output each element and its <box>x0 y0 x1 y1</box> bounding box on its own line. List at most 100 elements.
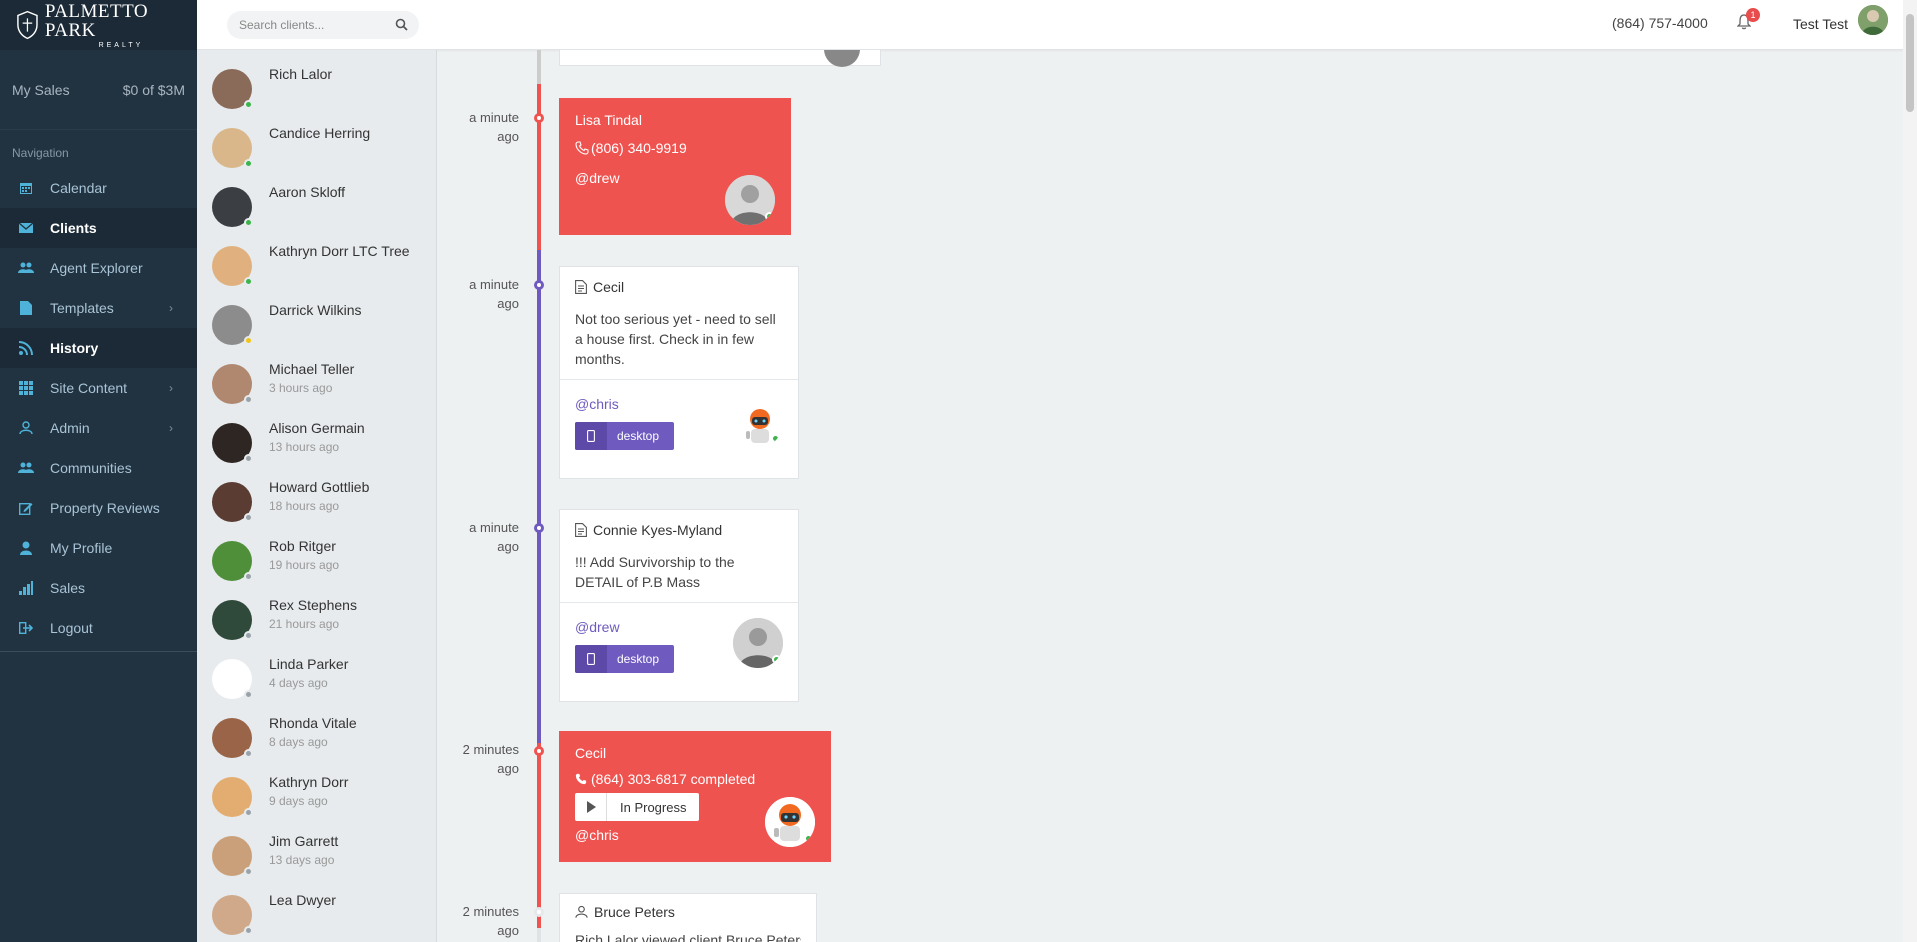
scrollbar[interactable] <box>1903 0 1917 942</box>
call-card[interactable]: Cecil (864) 303-6817 completed In Progre… <box>559 731 831 862</box>
time-suffix: ago <box>497 539 519 554</box>
sign-out-icon <box>18 620 34 636</box>
card-contact-name[interactable]: Bruce Peters <box>594 904 675 920</box>
note-card[interactable]: Cecil Not too serious yet - need to sell… <box>559 266 799 479</box>
list-item[interactable]: Aaron Skloff <box>197 178 436 237</box>
my-sales-label: My Sales <box>12 81 70 98</box>
client-time: 3 hours ago <box>269 381 333 395</box>
sidebar-item-templates[interactable]: Templates › <box>0 288 197 328</box>
search-icon[interactable] <box>395 18 408 31</box>
sidebar-item-history[interactable]: History <box>0 328 197 368</box>
scrollbar-thumb[interactable] <box>1906 14 1914 112</box>
client-name: Jim Garrett <box>269 833 339 849</box>
robot-avatar <box>738 403 782 447</box>
avatar[interactable] <box>1858 5 1888 35</box>
timeline-card[interactable] <box>559 50 881 67</box>
client-time: 18 hours ago <box>269 499 340 513</box>
tablet-icon <box>575 645 607 673</box>
away-status-dot <box>244 336 253 345</box>
sidebar-item-label: Agent Explorer <box>50 260 143 276</box>
sidebar-item-calendar[interactable]: Calendar <box>0 168 197 208</box>
users-icon <box>18 460 34 476</box>
file-text-icon <box>575 523 587 537</box>
list-item[interactable]: Candice Herring <box>197 119 436 178</box>
sidebar-item-property-reviews[interactable]: Property Reviews <box>0 488 197 528</box>
timeline-node <box>534 746 544 756</box>
sidebar-item-label: Calendar <box>50 180 107 196</box>
call-result[interactable]: (864) 303-6817 completed <box>591 771 755 787</box>
list-item[interactable]: Linda Parker 4 days ago <box>197 650 436 709</box>
online-status-dot <box>765 212 774 221</box>
client-name: Rex Stephens <box>269 597 357 613</box>
phone-icon <box>575 773 587 785</box>
sidebar-item-logout[interactable]: Logout <box>0 608 197 648</box>
offline-status-dot <box>244 926 253 935</box>
in-progress-button[interactable]: In Progress <box>575 793 700 821</box>
online-status-dot <box>244 277 253 286</box>
note-text: Not too serious yet - need to sell a hou… <box>575 311 776 367</box>
client-name: Darrick Wilkins <box>269 302 362 318</box>
timeline-line <box>537 250 541 743</box>
time-value: a minute <box>469 520 519 535</box>
play-icon[interactable] <box>575 793 607 821</box>
avatar <box>212 305 253 345</box>
list-item[interactable]: Alison Germain 13 hours ago <box>197 414 436 473</box>
rss-icon <box>18 340 34 356</box>
sidebar-item-admin[interactable]: Admin › <box>0 408 197 448</box>
note-footer: @drew desktop <box>560 602 798 689</box>
list-item[interactable]: Michael Teller 3 hours ago <box>197 355 436 414</box>
timeline-line <box>537 743 541 928</box>
list-item[interactable]: Howard Gottlieb 18 hours ago <box>197 473 436 532</box>
time-suffix: ago <box>497 923 519 938</box>
sidebar-item-my-profile[interactable]: My Profile <box>0 528 197 568</box>
client-list: Rich Lalor Candice Herring Aaron Skloff … <box>197 50 437 942</box>
sidebar-item-communities[interactable]: Communities <box>0 448 197 488</box>
offline-status-dot <box>244 395 253 404</box>
sidebar-item-site-content[interactable]: Site Content › <box>0 368 197 408</box>
sidebar-item-agent-explorer[interactable]: Agent Explorer <box>0 248 197 288</box>
nav-heading: Navigation <box>12 146 69 160</box>
my-sales-value: $0 of $3M <box>122 81 185 98</box>
list-item[interactable]: Darrick Wilkins <box>197 296 436 355</box>
sidebar-item-label: Admin <box>50 420 90 436</box>
time-value: a minute <box>469 277 519 292</box>
timeline-line <box>537 50 541 84</box>
list-item[interactable]: Lea Dwyer <box>197 886 436 942</box>
list-item[interactable]: Kathryn Dorr LTC Tree <box>197 237 436 296</box>
brand-logo[interactable]: PALMETTO PARK REALTY <box>0 0 197 50</box>
view-card[interactable]: Bruce Peters Rich Lalor viewed client Br… <box>559 893 817 942</box>
timeline-line <box>537 84 541 250</box>
card-contact-name[interactable]: Connie Kyes-Myland <box>593 522 722 538</box>
user-menu[interactable]: Test Test <box>1793 16 1848 32</box>
brand-name: PALMETTO PARK <box>44 0 149 41</box>
avatar <box>725 175 775 225</box>
card-contact-name[interactable]: Cecil <box>575 745 815 761</box>
card-contact-name[interactable]: Lisa Tindal <box>575 112 775 128</box>
office-phone[interactable]: (864) 757-4000 <box>1612 15 1708 31</box>
list-item[interactable]: Kathryn Dorr 9 days ago <box>197 768 436 827</box>
time-suffix: ago <box>497 129 519 144</box>
list-item[interactable]: Rhonda Vitale 8 days ago <box>197 709 436 768</box>
device-button[interactable]: desktop <box>575 645 675 673</box>
crest-icon <box>17 10 38 40</box>
offline-status-dot <box>244 867 253 876</box>
device-button[interactable]: desktop <box>575 422 675 450</box>
list-item[interactable]: Rex Stephens 21 hours ago <box>197 591 436 650</box>
client-name: Howard Gottlieb <box>269 479 370 495</box>
offline-status-dot <box>244 749 253 758</box>
card-contact-name[interactable]: Cecil <box>593 279 624 295</box>
call-card[interactable]: Lisa Tindal (806) 340-9919 @drew <box>559 98 791 235</box>
avatar <box>212 364 253 404</box>
phone-number[interactable]: (806) 340-9919 <box>591 140 687 156</box>
list-item[interactable]: Jim Garrett 13 days ago <box>197 827 436 886</box>
sidebar-item-clients[interactable]: Clients <box>0 208 197 248</box>
note-card[interactable]: Connie Kyes-Myland !!! Add Survivorship … <box>559 509 799 702</box>
list-item[interactable]: Rich Lalor <box>197 60 436 119</box>
time-value: a minute <box>469 110 519 125</box>
sidebar-item-sales[interactable]: Sales <box>0 568 197 608</box>
timeline-node <box>534 113 544 123</box>
my-sales: My Sales $0 of $3M <box>0 50 197 130</box>
search-input[interactable] <box>239 18 389 32</box>
time-suffix: ago <box>497 296 519 311</box>
list-item[interactable]: Rob Ritger 19 hours ago <box>197 532 436 591</box>
